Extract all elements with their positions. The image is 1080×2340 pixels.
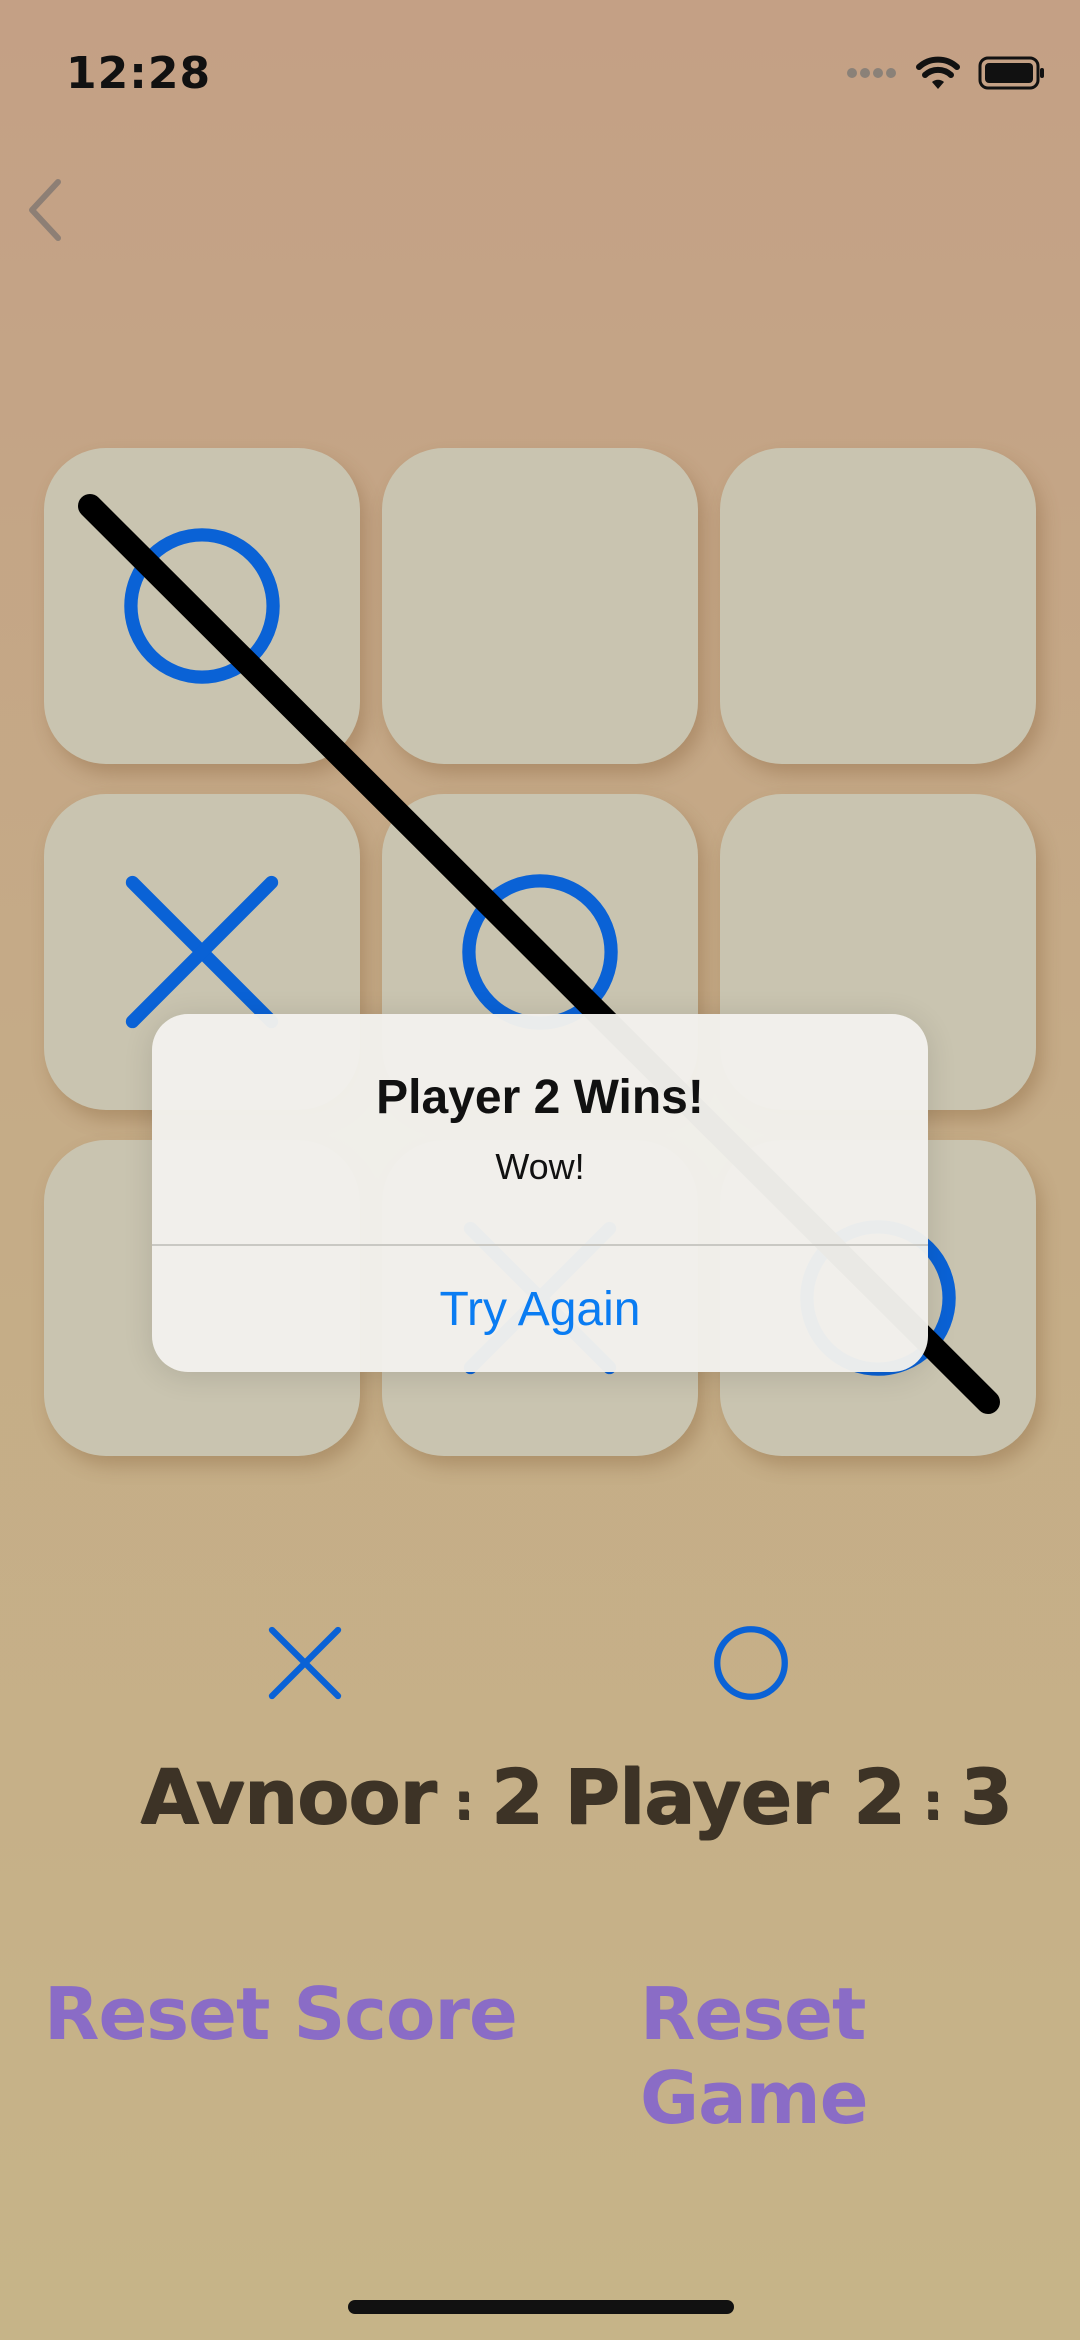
status-time: 12:28 xyxy=(66,48,212,99)
board-cell[interactable] xyxy=(44,448,360,764)
player1-name: Avnoor xyxy=(140,1752,437,1841)
score-separator: : xyxy=(922,1773,943,1831)
board-cell[interactable] xyxy=(382,448,698,764)
o-mark-icon xyxy=(124,528,280,684)
back-button[interactable] xyxy=(18,170,78,250)
reset-score-button[interactable]: Reset Score xyxy=(44,1972,518,2056)
score-separator: : xyxy=(453,1773,474,1831)
wifi-icon xyxy=(916,56,960,89)
player1-score: Avnoor:2 xyxy=(140,1752,544,1841)
chevron-left-icon xyxy=(29,179,61,241)
battery-icon xyxy=(978,56,1044,90)
alert-message: Wow! xyxy=(495,1146,585,1187)
o-mark-icon xyxy=(714,1626,788,1700)
try-again-button[interactable]: Try Again xyxy=(152,1246,928,1372)
player2-name: Player 2 xyxy=(564,1752,906,1841)
board-cell[interactable] xyxy=(720,448,1036,764)
player2-score-value: 3 xyxy=(959,1752,1013,1841)
status-icons xyxy=(846,56,1046,90)
cellular-signal-icon xyxy=(847,68,896,78)
player1-score-value: 2 xyxy=(490,1752,544,1841)
home-indicator xyxy=(348,2300,734,2314)
player2-score: Player 2:3 xyxy=(564,1752,1012,1841)
win-alert: Player 2 Wins! Wow! Try Again xyxy=(152,1014,928,1372)
x-mark-icon xyxy=(268,1626,342,1700)
reset-game-button[interactable]: Reset Game xyxy=(640,1972,1080,2140)
alert-title: Player 2 Wins! xyxy=(376,1071,704,1124)
